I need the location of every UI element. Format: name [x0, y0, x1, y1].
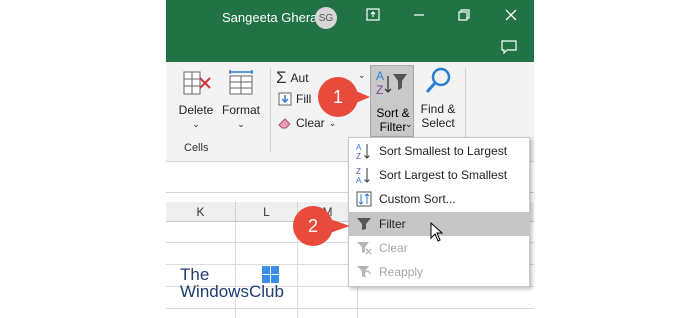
find-select-label-line1: Find & — [420, 102, 456, 116]
callout-1: 1 — [318, 77, 358, 117]
close-icon[interactable] — [504, 8, 518, 22]
fill-label: Fill — [296, 92, 312, 106]
custom-sort-icon — [349, 191, 379, 207]
svg-text:Z: Z — [356, 152, 361, 160]
menu-item-label: Sort Largest to Smallest — [379, 168, 508, 182]
autosum-button[interactable]: Σ Aut — [276, 68, 309, 88]
sigma-icon: Σ — [276, 68, 287, 87]
column-header-k[interactable]: K — [166, 202, 236, 222]
mouse-pointer-icon — [430, 222, 444, 242]
menu-item-label: Clear — [379, 241, 408, 255]
chevron-down-icon[interactable]: ⌄ — [358, 70, 366, 81]
menu-item-sort-largest[interactable]: ZA Sort Largest to Smallest — [349, 163, 529, 187]
chevron-down-icon: ⌄ — [237, 119, 245, 129]
menu-item-custom-sort[interactable]: Custom Sort... — [349, 187, 529, 211]
menu-item-label: Sort Smallest to Largest — [379, 144, 508, 158]
menu-item-label: Custom Sort... — [379, 192, 456, 206]
format-cells-icon — [229, 70, 253, 95]
watermark-line2: WindowsClub — [180, 282, 284, 301]
delete-cells-icon — [183, 71, 211, 95]
filter-icon — [349, 217, 379, 231]
grid-line — [166, 308, 534, 309]
clear-filter-icon — [349, 241, 379, 255]
avatar[interactable]: SG — [315, 7, 337, 29]
sort-descending-icon: ZA — [349, 166, 379, 184]
clear-label: Clear — [296, 116, 325, 130]
svg-text:A: A — [356, 143, 362, 152]
restore-icon[interactable] — [457, 8, 471, 22]
autosum-label: Aut — [290, 71, 309, 85]
menu-item-reapply[interactable]: Reapply — [349, 260, 529, 284]
format-button[interactable]: Format ⌄ — [218, 68, 264, 131]
sort-ascending-icon: AZ — [349, 142, 379, 160]
delete-label: Delete — [178, 103, 214, 117]
username[interactable]: Sangeeta Ghera — [222, 10, 317, 25]
windows-logo-icon — [262, 266, 279, 283]
format-label: Format — [221, 103, 260, 117]
column-header-l[interactable]: L — [236, 202, 298, 222]
find-select-label-line2: Select — [421, 116, 455, 130]
chevron-down-icon: ⌄ — [405, 119, 413, 129]
menu-item-label: Reapply — [379, 265, 424, 279]
fill-down-icon — [278, 92, 292, 106]
title-bar: Sangeeta Ghera SG — [166, 0, 534, 62]
find-select-button[interactable]: Find & Select — [415, 65, 461, 130]
menu-item-sort-smallest[interactable]: AZ Sort Smallest to Largest — [349, 139, 529, 163]
sort-filter-icon: A Z — [376, 69, 407, 96]
fill-button[interactable]: Fill — [278, 92, 311, 106]
svg-text:A: A — [356, 176, 362, 184]
sort-filter-menu: AZ Sort Smallest to Largest ZA Sort Larg… — [348, 137, 530, 287]
svg-text:Z: Z — [356, 167, 361, 176]
delete-button[interactable]: Delete ⌄ — [174, 68, 218, 131]
clear-button[interactable]: Clear ⌄ — [278, 116, 336, 130]
sort-filter-label-line1: Sort & — [376, 106, 410, 120]
callout-2: 2 — [293, 206, 333, 246]
minimize-icon[interactable] — [412, 8, 426, 22]
comments-icon[interactable] — [501, 40, 517, 54]
chevron-down-icon: ⌄ — [328, 117, 337, 128]
sort-filter-button[interactable]: A Z Sort & Filter ⌄ — [370, 65, 414, 137]
menu-item-label: Filter — [379, 217, 406, 231]
magnifier-icon — [425, 67, 451, 93]
svg-text:Z: Z — [376, 83, 383, 96]
ribbon-display-options-icon[interactable] — [366, 8, 380, 22]
eraser-icon — [278, 118, 291, 129]
group-divider — [270, 68, 271, 152]
cells-group-label: Cells — [184, 142, 209, 154]
svg-text:A: A — [376, 69, 384, 83]
chevron-down-icon: ⌄ — [192, 119, 200, 129]
reapply-filter-icon — [349, 265, 379, 279]
